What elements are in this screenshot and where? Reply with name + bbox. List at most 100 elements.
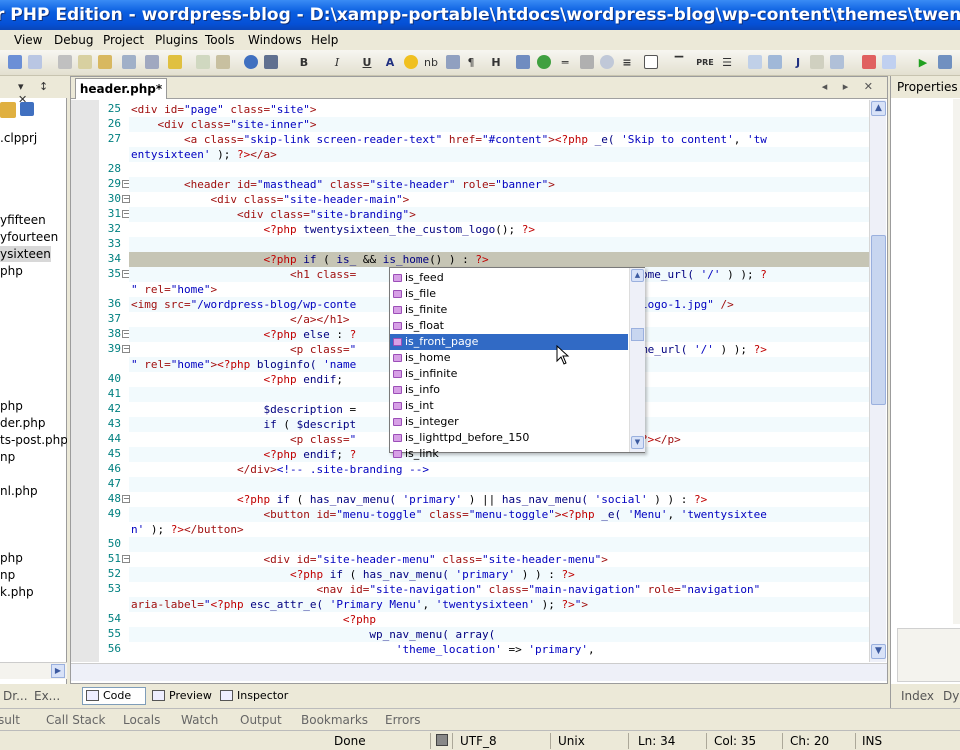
code-line[interactable]: <header id="masthead" class="site-header… [129,177,869,192]
autocomplete-item[interactable]: is_link [390,446,628,462]
code-line[interactable]: <?php if ( has_nav_menu( 'primary' ) || … [129,492,869,507]
align-icon[interactable]: ≡ [620,55,634,71]
tree-item[interactable]: nl.php [0,483,38,499]
tree-item[interactable]: np [0,449,15,465]
underline-button[interactable]: U [361,55,373,71]
code-line[interactable]: aria-label="<?php esc_attr_e( 'Primary M… [129,597,869,612]
autocomplete-item[interactable]: is_file [390,286,628,302]
pre-button[interactable]: PRE [694,55,716,71]
menu-tools[interactable]: Tools [205,33,235,47]
autocomplete-item[interactable]: is_finite [390,302,628,318]
box-icon[interactable] [644,55,658,69]
autocomplete-scrollbar[interactable]: ▲ ▼ [629,268,645,452]
widget-icon[interactable] [830,55,844,69]
link-icon[interactable] [580,55,594,69]
code-line[interactable]: wp_nav_menu( array( [129,627,869,642]
autocomplete-item[interactable]: is_feed [390,270,628,286]
clock-icon[interactable] [600,55,614,69]
menu-debug[interactable]: Debug [54,33,93,47]
tab-index[interactable]: Index [901,689,934,703]
notes-icon[interactable] [216,55,230,69]
tree-item[interactable]: der.php [0,415,46,431]
tree-item[interactable]: ts-post.php [0,432,67,448]
nbsp-button[interactable]: nb [422,55,440,71]
autocomplete-item[interactable]: is_front_page [390,334,628,350]
autocomplete-item[interactable]: is_lighttpd_before_150 [390,430,628,446]
autocomplete-item[interactable]: is_home [390,350,628,366]
italic-button[interactable]: I [331,55,343,71]
run-icon[interactable]: ▶ [918,55,928,71]
globe-icon[interactable] [537,55,551,69]
tree-scrollbar[interactable]: ▶ [0,662,67,679]
bookmark-icon[interactable] [168,55,182,69]
editor-horizontal-scrollbar[interactable] [71,663,887,681]
code-line[interactable]: entysixteen' ); ?></a> [129,147,869,162]
tab-controls[interactable]: ◂ ▸ ✕ [822,80,879,93]
code-line[interactable] [129,237,869,252]
tab-preview[interactable]: Preview [148,687,216,705]
para-icon[interactable]: ▔ [672,55,686,71]
table-icon[interactable] [748,55,762,69]
code-line[interactable]: <?php if ( has_nav_menu( 'primary' ) ) :… [129,567,869,582]
autocomplete-item[interactable]: is_float [390,318,628,334]
template-icon[interactable] [810,55,824,69]
menu-view[interactable]: View [14,33,42,47]
tab-result[interactable]: sult [0,713,20,727]
autocomplete-item[interactable]: is_info [390,382,628,398]
step-icon[interactable] [938,55,952,69]
debug-icon[interactable] [264,55,278,69]
tab-watch[interactable]: Watch [181,713,218,727]
tree-item[interactable]: np [0,567,15,583]
heading-button[interactable]: H [490,55,502,71]
flash-icon[interactable] [862,55,876,69]
code-line[interactable] [129,477,869,492]
redo-icon[interactable] [28,55,42,69]
break-icon[interactable] [446,55,460,69]
code-line[interactable] [129,537,869,552]
tree-item[interactable]: yfifteen [0,212,46,228]
tab-output[interactable]: Output [240,713,282,727]
menu-windows[interactable]: Windows [248,33,302,47]
autocomplete-item[interactable]: is_int [390,398,628,414]
tab-inspector[interactable]: Inspector [216,687,292,705]
form-icon[interactable] [768,55,782,69]
code-line[interactable]: <nav id="site-navigation" class="main-na… [129,582,869,597]
code-line[interactable]: </div><!-- .site-branding --> [129,462,869,477]
tab-explorer[interactable]: Ex... [34,689,60,703]
tab-bookmarks[interactable]: Bookmarks [301,713,368,727]
menu-project[interactable]: Project [103,33,144,47]
replace-icon[interactable] [145,55,159,69]
tab-locals[interactable]: Locals [123,713,160,727]
popup-scroll-thumb[interactable] [631,328,644,341]
scroll-up-icon[interactable]: ▲ [871,101,886,116]
copy-icon[interactable] [78,55,92,69]
code-line[interactable]: <div class="site-inner"> [129,117,869,132]
tab-drives[interactable]: Dr... [3,689,28,703]
tab-call-stack[interactable]: Call Stack [46,713,105,727]
tab-errors[interactable]: Errors [385,713,421,727]
code-line[interactable]: <div id="page" class="site"> [129,102,869,117]
code-line[interactable]: n' ); ?></button> [129,522,869,537]
editor-vertical-scrollbar[interactable]: ▲ ▼ [869,100,886,662]
code-line[interactable]: <button id="menu-toggle" class="menu-tog… [129,507,869,522]
bold-button[interactable]: B [298,55,310,71]
tab-dynamic[interactable]: Dyn [943,689,960,703]
tree-item-selected[interactable]: ysixteen [0,246,51,262]
browser-icon[interactable] [244,55,258,69]
tab-code[interactable]: Code [82,687,146,705]
tree-item[interactable]: php [0,398,23,414]
script-button[interactable]: J [792,55,804,71]
properties-scrollbar[interactable] [953,99,960,624]
wrap-icon[interactable] [196,55,210,69]
code-line[interactable]: <?php [129,612,869,627]
refresh-icon[interactable] [20,102,34,116]
cut-icon[interactable] [58,55,72,69]
code-line[interactable]: <a class="skip-link screen-reader-text" … [129,132,869,147]
menu-help[interactable]: Help [311,33,338,47]
tree-item[interactable]: .clpprj [0,130,37,146]
anchor-button[interactable]: A [384,55,396,71]
autocomplete-item[interactable]: is_integer [390,414,628,430]
code-line[interactable]: <div id="site-header-menu" class="site-h… [129,552,869,567]
tab-header-php[interactable]: header.php* [75,78,167,99]
code-line[interactable]: <?php if ( is_ && is_home() ) : ?> [129,252,869,267]
